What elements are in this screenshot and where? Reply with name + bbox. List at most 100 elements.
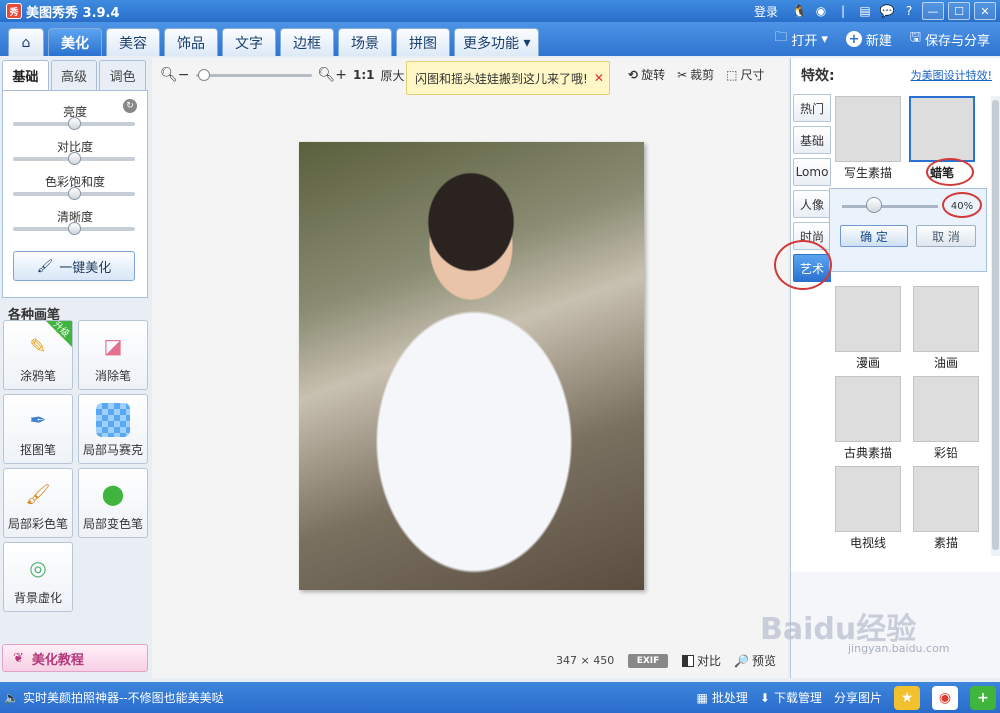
title-bar: 秀 美图秀秀 3.9.4 登录 🐧 ◉ | ▤ 💬 ? — ☐ ✕ <box>0 0 1000 22</box>
effect-oil-painting[interactable]: 油画 <box>913 286 979 371</box>
adjust-subtabs: 基础 高级 调色 <box>2 60 148 90</box>
saturation-slider[interactable] <box>13 187 135 200</box>
slider-knob[interactable] <box>68 187 81 200</box>
notice-text: 闪图和摇头娃娃搬到这儿来了哦! <box>415 71 588 86</box>
save-share-button[interactable]: 🖫 保存与分享 <box>910 28 990 50</box>
zoom-out-icon[interactable]: 🔍︎− <box>160 67 190 83</box>
design-effect-link[interactable]: 为美图设计特效! <box>911 67 992 83</box>
open-button[interactable]: 🗀 打开 ▾ <box>774 28 828 50</box>
tab-beauty[interactable]: 美容 <box>106 28 160 56</box>
effect-label: 古典素描 <box>843 446 892 460</box>
intensity-knob[interactable] <box>866 197 882 213</box>
tab-beautify[interactable]: 美化 <box>48 28 102 56</box>
home-tab[interactable]: ⌂ <box>8 28 44 56</box>
qq-icon[interactable]: 🐧 <box>790 3 808 19</box>
magic-wand-icon: 🖌 <box>36 258 54 274</box>
local-recolor-brush-button[interactable]: ⬤ 局部变色笔 <box>78 468 148 538</box>
original-size-button[interactable]: 原大 <box>381 67 405 84</box>
effect-tv-lines[interactable]: 电视线 <box>835 466 901 551</box>
subtab-basic[interactable]: 基础 <box>2 60 49 90</box>
compare-button[interactable]: 对比 <box>682 652 721 669</box>
scrollbar-thumb[interactable] <box>992 100 999 550</box>
plus-icon: + <box>845 31 862 47</box>
local-color-brush-button[interactable]: 🖌 局部彩色笔 <box>3 468 73 538</box>
main-tab-bar: ⌂ 美化 美容 饰品 文字 边框 场景 拼图 更多功能 ▾ 🗀 打开 ▾ + 新建 🖫… <box>0 22 1000 56</box>
effect-classic-sketch[interactable]: 古典素描 <box>835 376 901 461</box>
effect-sketch[interactable]: 写生素描 <box>835 96 901 181</box>
category-hot[interactable]: 热门 <box>793 94 831 122</box>
effect-categories: 热门 基础 Lomo 人像 时尚 艺术 <box>793 94 831 286</box>
resize-button[interactable]: ⬚ 尺寸 <box>726 66 764 83</box>
one-key-beautify-button[interactable]: 🖌 一键美化 <box>13 251 135 281</box>
subtab-color[interactable]: 调色 <box>99 60 147 90</box>
zoom-in-icon[interactable]: 🔍︎+ <box>318 67 348 83</box>
login-link[interactable]: 登录 <box>754 3 778 20</box>
effect-pencil-sketch[interactable]: 素描 <box>913 466 979 551</box>
zoom-knob[interactable] <box>197 68 210 81</box>
slider-knob[interactable] <box>68 152 81 165</box>
new-button[interactable]: + 新建 <box>845 30 892 49</box>
close-icon[interactable]: ✕ <box>594 71 604 85</box>
cancel-button[interactable]: 取 消 <box>916 225 976 247</box>
zoom-slider[interactable] <box>195 68 312 81</box>
share-image-button[interactable]: 分享图片 <box>834 689 882 706</box>
share-label: 分享图片 <box>833 691 882 705</box>
tab-collage[interactable]: 拼图 <box>396 28 450 56</box>
star-icon[interactable]: ★ <box>894 685 920 710</box>
effect-crayon[interactable]: 蜡笔 <box>909 96 975 181</box>
background-blur-button[interactable]: ◎ 背景虚化 <box>3 542 73 612</box>
subtab-advanced[interactable]: 高级 <box>50 60 98 90</box>
effect-comic[interactable]: 漫画 <box>835 286 901 371</box>
tab-scene[interactable]: 场景 <box>338 28 392 56</box>
confirm-button[interactable]: 确 定 <box>840 225 908 247</box>
maximize-button[interactable]: ☐ <box>948 2 970 20</box>
help-icon[interactable]: ? <box>900 3 918 19</box>
doodle-brush-button[interactable]: ✎ 涂鸦笔 升级 <box>3 320 73 390</box>
status-message[interactable]: 🔈 实时美颜拍照神器--不修图也能美美哒 <box>4 689 224 706</box>
preview-label: 预览 <box>751 654 776 668</box>
category-fashion[interactable]: 时尚 <box>793 222 831 250</box>
batch-process-button[interactable]: ▦ 批处理 <box>697 689 748 706</box>
effect-color-pencil[interactable]: 彩铅 <box>913 376 979 461</box>
preview-icon: 🔎 <box>734 653 749 668</box>
mosaic-brush-button[interactable]: 局部马赛克 <box>78 394 148 464</box>
preview-button[interactable]: 🔎 预览 <box>734 652 776 669</box>
eraser-brush-button[interactable]: ◪ 消除笔 <box>78 320 148 390</box>
category-lomo[interactable]: Lomo <box>793 158 831 186</box>
crop-button[interactable]: ✂ 裁剪 <box>677 66 714 83</box>
effect-options-panel: 40% 确 定 取 消 <box>829 188 987 272</box>
slider-knob[interactable] <box>68 222 81 235</box>
category-art[interactable]: 艺术 <box>793 254 831 282</box>
zoom-ratio[interactable]: 1:1 <box>353 68 375 82</box>
tab-border[interactable]: 边框 <box>280 28 334 56</box>
feedback-icon[interactable]: 💬 <box>878 3 896 19</box>
add-icon[interactable]: + <box>970 685 996 710</box>
tab-more[interactable]: 更多功能 ▾ <box>454 28 540 56</box>
intensity-slider[interactable] <box>842 205 938 208</box>
brightness-slider[interactable] <box>13 117 135 130</box>
close-button[interactable]: ✕ <box>974 2 996 20</box>
sharpness-slider[interactable] <box>13 222 135 235</box>
exif-button[interactable]: EXIF <box>628 654 668 668</box>
download-label: 下载管理 <box>773 691 822 705</box>
weibo-icon[interactable]: ◉ <box>932 685 958 710</box>
intensity-value: 40% <box>950 201 974 212</box>
tutorial-button[interactable]: ❦ 美化教程 <box>2 644 148 672</box>
effects-scrollbar[interactable] <box>991 96 1000 556</box>
mosaic-icon <box>96 403 130 437</box>
download-manager-button[interactable]: ⬇ 下载管理 <box>760 689 822 706</box>
edited-photo[interactable] <box>299 142 644 590</box>
paint-bucket-icon: ⬤ <box>101 482 125 506</box>
tab-accessories[interactable]: 饰品 <box>164 28 218 56</box>
cutout-brush-button[interactable]: ✒ 抠图笔 <box>3 394 73 464</box>
minimize-button[interactable]: — <box>922 2 944 20</box>
weibo-icon[interactable]: ◉ <box>812 3 830 19</box>
rotate-button[interactable]: ⟲ 旋转 <box>628 66 665 83</box>
tab-text[interactable]: 文字 <box>222 28 276 56</box>
note-icon[interactable]: ▤ <box>856 3 874 19</box>
app-title: 美图秀秀 3.9.4 <box>26 5 120 21</box>
category-basic[interactable]: 基础 <box>793 126 831 154</box>
contrast-slider[interactable] <box>13 152 135 165</box>
slider-knob[interactable] <box>68 117 81 130</box>
category-portrait[interactable]: 人像 <box>793 190 831 218</box>
